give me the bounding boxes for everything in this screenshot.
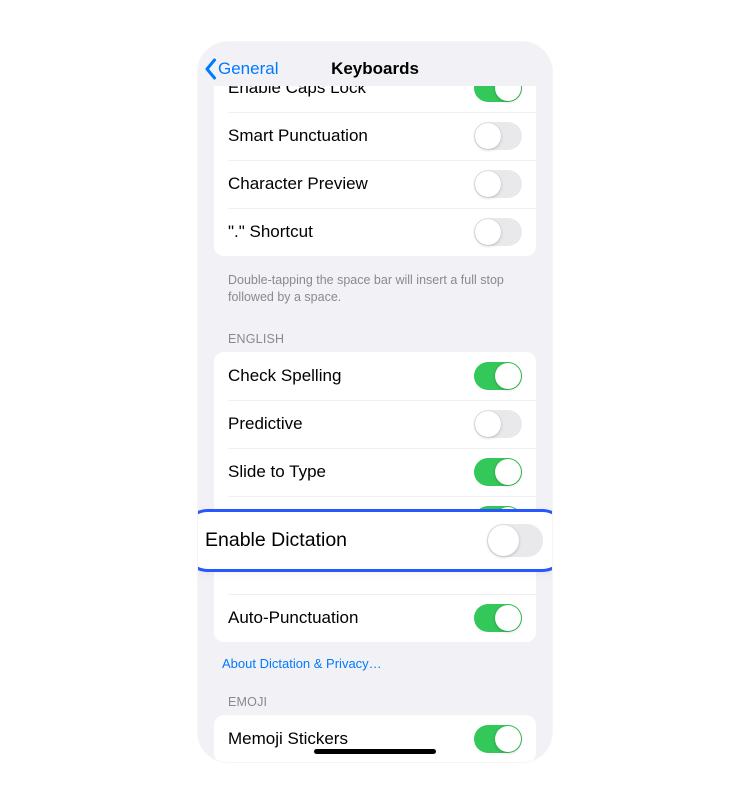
group-all-keyboards: Enable Caps Lock Smart Punctuation Chara… — [214, 86, 536, 256]
home-indicator[interactable] — [314, 749, 436, 754]
row-label: Smart Punctuation — [228, 126, 368, 146]
row-predictive[interactable]: Predictive — [214, 400, 536, 448]
group-emoji: Memoji Stickers — [214, 715, 536, 762]
toggle-slide-to-type[interactable] — [474, 458, 522, 486]
row-slide-to-type[interactable]: Slide to Type — [214, 448, 536, 496]
row-character-preview[interactable]: Character Preview — [214, 160, 536, 208]
page-title: Keyboards — [331, 59, 419, 79]
back-label: General — [218, 59, 278, 79]
toggle-period-shortcut[interactable] — [474, 218, 522, 246]
row-smart-punctuation[interactable]: Smart Punctuation — [214, 112, 536, 160]
row-delete-slide-by-word[interactable]: Delete Slide-to-Type by Word — [214, 496, 536, 544]
group-english: Check Spelling Predictive Slide to Type … — [214, 352, 536, 642]
row-label: Auto-Punctuation — [228, 608, 358, 628]
back-button[interactable]: General — [204, 52, 278, 86]
row-enable-dictation-placeholder — [214, 544, 536, 594]
row-period-shortcut[interactable]: "." Shortcut — [214, 208, 536, 256]
row-auto-punctuation[interactable]: Auto-Punctuation — [214, 594, 536, 642]
row-label: Memoji Stickers — [228, 729, 348, 749]
section-header-emoji: EMOJI — [198, 685, 552, 715]
chevron-left-icon — [204, 58, 217, 80]
toggle-predictive[interactable] — [474, 410, 522, 438]
toggle-enable-caps-lock[interactable] — [474, 86, 522, 102]
section-header-english: ENGLISH — [198, 322, 552, 352]
toggle-check-spelling[interactable] — [474, 362, 522, 390]
row-label: Delete Slide-to-Type by Word — [228, 510, 450, 530]
row-label: Enable Caps Lock — [228, 86, 366, 98]
row-enable-caps-lock[interactable]: Enable Caps Lock — [214, 86, 536, 112]
link-about-dictation-privacy[interactable]: About Dictation & Privacy… — [198, 652, 552, 685]
row-label: Predictive — [228, 414, 303, 434]
toggle-smart-punctuation[interactable] — [474, 122, 522, 150]
group-footer: Double-tapping the space bar will insert… — [198, 266, 552, 322]
row-label: Slide to Type — [228, 462, 326, 482]
toggle-memoji-stickers[interactable] — [474, 725, 522, 753]
row-label: Check Spelling — [228, 366, 341, 386]
row-label: Character Preview — [228, 174, 368, 194]
toggle-character-preview[interactable] — [474, 170, 522, 198]
scroll-area[interactable]: Enable Caps Lock Smart Punctuation Chara… — [198, 86, 552, 762]
phone-frame: General Keyboards Enable Caps Lock Smart… — [198, 42, 552, 762]
row-label: "." Shortcut — [228, 222, 313, 242]
row-check-spelling[interactable]: Check Spelling — [214, 352, 536, 400]
toggle-auto-punctuation[interactable] — [474, 604, 522, 632]
toggle-delete-slide-by-word[interactable] — [474, 506, 522, 534]
row-memoji-stickers[interactable]: Memoji Stickers — [214, 715, 536, 762]
navbar: General Keyboards — [198, 42, 552, 86]
